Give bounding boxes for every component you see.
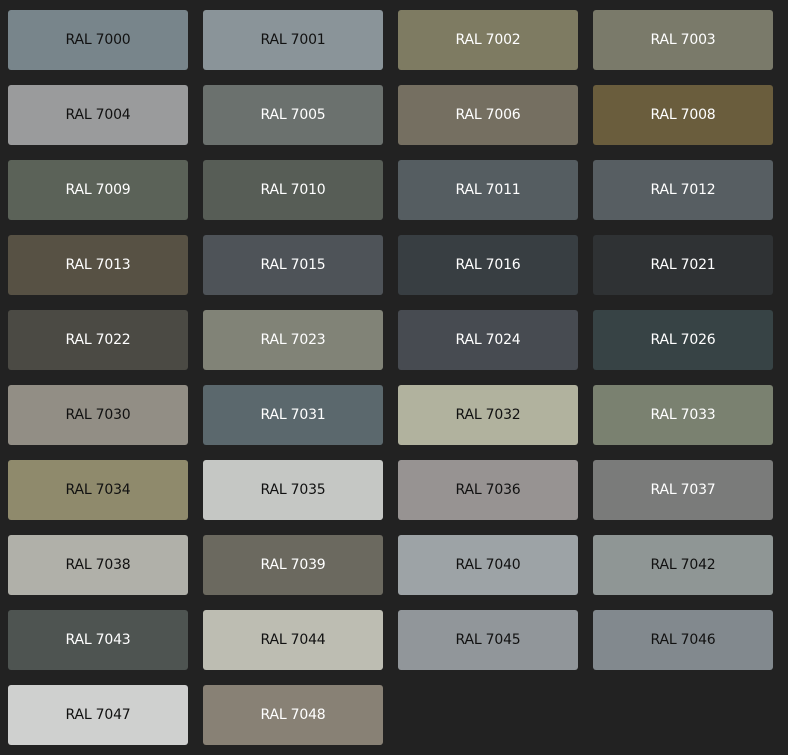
swatch-label: RAL 7047 [65, 707, 131, 723]
swatch-label: RAL 7038 [65, 557, 131, 573]
swatch-ral-7023[interactable]: RAL 7023 [203, 310, 383, 370]
ral-color-grid: RAL 7000 RAL 7001 RAL 7002 RAL 7003 RAL … [8, 10, 773, 745]
swatch-label: RAL 7021 [650, 257, 716, 273]
swatch-ral-7016[interactable]: RAL 7016 [398, 235, 578, 295]
swatch-label: RAL 7022 [65, 332, 131, 348]
swatch-ral-7026[interactable]: RAL 7026 [593, 310, 773, 370]
swatch-ral-7015[interactable]: RAL 7015 [203, 235, 383, 295]
swatch-ral-7033[interactable]: RAL 7033 [593, 385, 773, 445]
swatch-ral-7005[interactable]: RAL 7005 [203, 85, 383, 145]
swatch-label: RAL 7031 [260, 407, 326, 423]
swatch-label: RAL 7004 [65, 107, 131, 123]
swatch-ral-7046[interactable]: RAL 7046 [593, 610, 773, 670]
swatch-label: RAL 7009 [65, 182, 131, 198]
swatch-label: RAL 7011 [455, 182, 521, 198]
swatch-label: RAL 7003 [650, 32, 716, 48]
swatch-label: RAL 7013 [65, 257, 131, 273]
swatch-label: RAL 7040 [455, 557, 521, 573]
swatch-label: RAL 7036 [455, 482, 521, 498]
swatch-label: RAL 7030 [65, 407, 131, 423]
swatch-ral-7034[interactable]: RAL 7034 [8, 460, 188, 520]
swatch-label: RAL 7034 [65, 482, 131, 498]
swatch-label: RAL 7006 [455, 107, 521, 123]
swatch-ral-7003[interactable]: RAL 7003 [593, 10, 773, 70]
swatch-ral-7035[interactable]: RAL 7035 [203, 460, 383, 520]
swatch-ral-7010[interactable]: RAL 7010 [203, 160, 383, 220]
swatch-ral-7045[interactable]: RAL 7045 [398, 610, 578, 670]
swatch-label: RAL 7012 [650, 182, 716, 198]
swatch-label: RAL 7024 [455, 332, 521, 348]
swatch-label: RAL 7048 [260, 707, 326, 723]
swatch-label: RAL 7043 [65, 632, 131, 648]
swatch-label: RAL 7015 [260, 257, 326, 273]
swatch-ral-7038[interactable]: RAL 7038 [8, 535, 188, 595]
swatch-ral-7042[interactable]: RAL 7042 [593, 535, 773, 595]
swatch-ral-7008[interactable]: RAL 7008 [593, 85, 773, 145]
swatch-ral-7009[interactable]: RAL 7009 [8, 160, 188, 220]
swatch-ral-7013[interactable]: RAL 7013 [8, 235, 188, 295]
swatch-label: RAL 7010 [260, 182, 326, 198]
swatch-label: RAL 7039 [260, 557, 326, 573]
swatch-label: RAL 7032 [455, 407, 521, 423]
swatch-label: RAL 7033 [650, 407, 716, 423]
swatch-ral-7048[interactable]: RAL 7048 [203, 685, 383, 745]
swatch-ral-7043[interactable]: RAL 7043 [8, 610, 188, 670]
swatch-ral-7036[interactable]: RAL 7036 [398, 460, 578, 520]
swatch-label: RAL 7045 [455, 632, 521, 648]
swatch-ral-7001[interactable]: RAL 7001 [203, 10, 383, 70]
swatch-label: RAL 7026 [650, 332, 716, 348]
swatch-ral-7022[interactable]: RAL 7022 [8, 310, 188, 370]
swatch-ral-7004[interactable]: RAL 7004 [8, 85, 188, 145]
swatch-ral-7002[interactable]: RAL 7002 [398, 10, 578, 70]
swatch-ral-7040[interactable]: RAL 7040 [398, 535, 578, 595]
swatch-label: RAL 7037 [650, 482, 716, 498]
swatch-ral-7030[interactable]: RAL 7030 [8, 385, 188, 445]
swatch-ral-7006[interactable]: RAL 7006 [398, 85, 578, 145]
swatch-label: RAL 7000 [65, 32, 131, 48]
swatch-ral-7021[interactable]: RAL 7021 [593, 235, 773, 295]
swatch-ral-7047[interactable]: RAL 7047 [8, 685, 188, 745]
swatch-label: RAL 7023 [260, 332, 326, 348]
swatch-label: RAL 7046 [650, 632, 716, 648]
swatch-ral-7011[interactable]: RAL 7011 [398, 160, 578, 220]
swatch-ral-7031[interactable]: RAL 7031 [203, 385, 383, 445]
swatch-label: RAL 7044 [260, 632, 326, 648]
swatch-label: RAL 7042 [650, 557, 716, 573]
swatch-label: RAL 7008 [650, 107, 716, 123]
swatch-ral-7044[interactable]: RAL 7044 [203, 610, 383, 670]
swatch-ral-7032[interactable]: RAL 7032 [398, 385, 578, 445]
swatch-label: RAL 7005 [260, 107, 326, 123]
swatch-label: RAL 7016 [455, 257, 521, 273]
swatch-ral-7000[interactable]: RAL 7000 [8, 10, 188, 70]
swatch-label: RAL 7001 [260, 32, 326, 48]
swatch-ral-7024[interactable]: RAL 7024 [398, 310, 578, 370]
swatch-label: RAL 7002 [455, 32, 521, 48]
swatch-ral-7039[interactable]: RAL 7039 [203, 535, 383, 595]
swatch-ral-7037[interactable]: RAL 7037 [593, 460, 773, 520]
swatch-ral-7012[interactable]: RAL 7012 [593, 160, 773, 220]
swatch-label: RAL 7035 [260, 482, 326, 498]
